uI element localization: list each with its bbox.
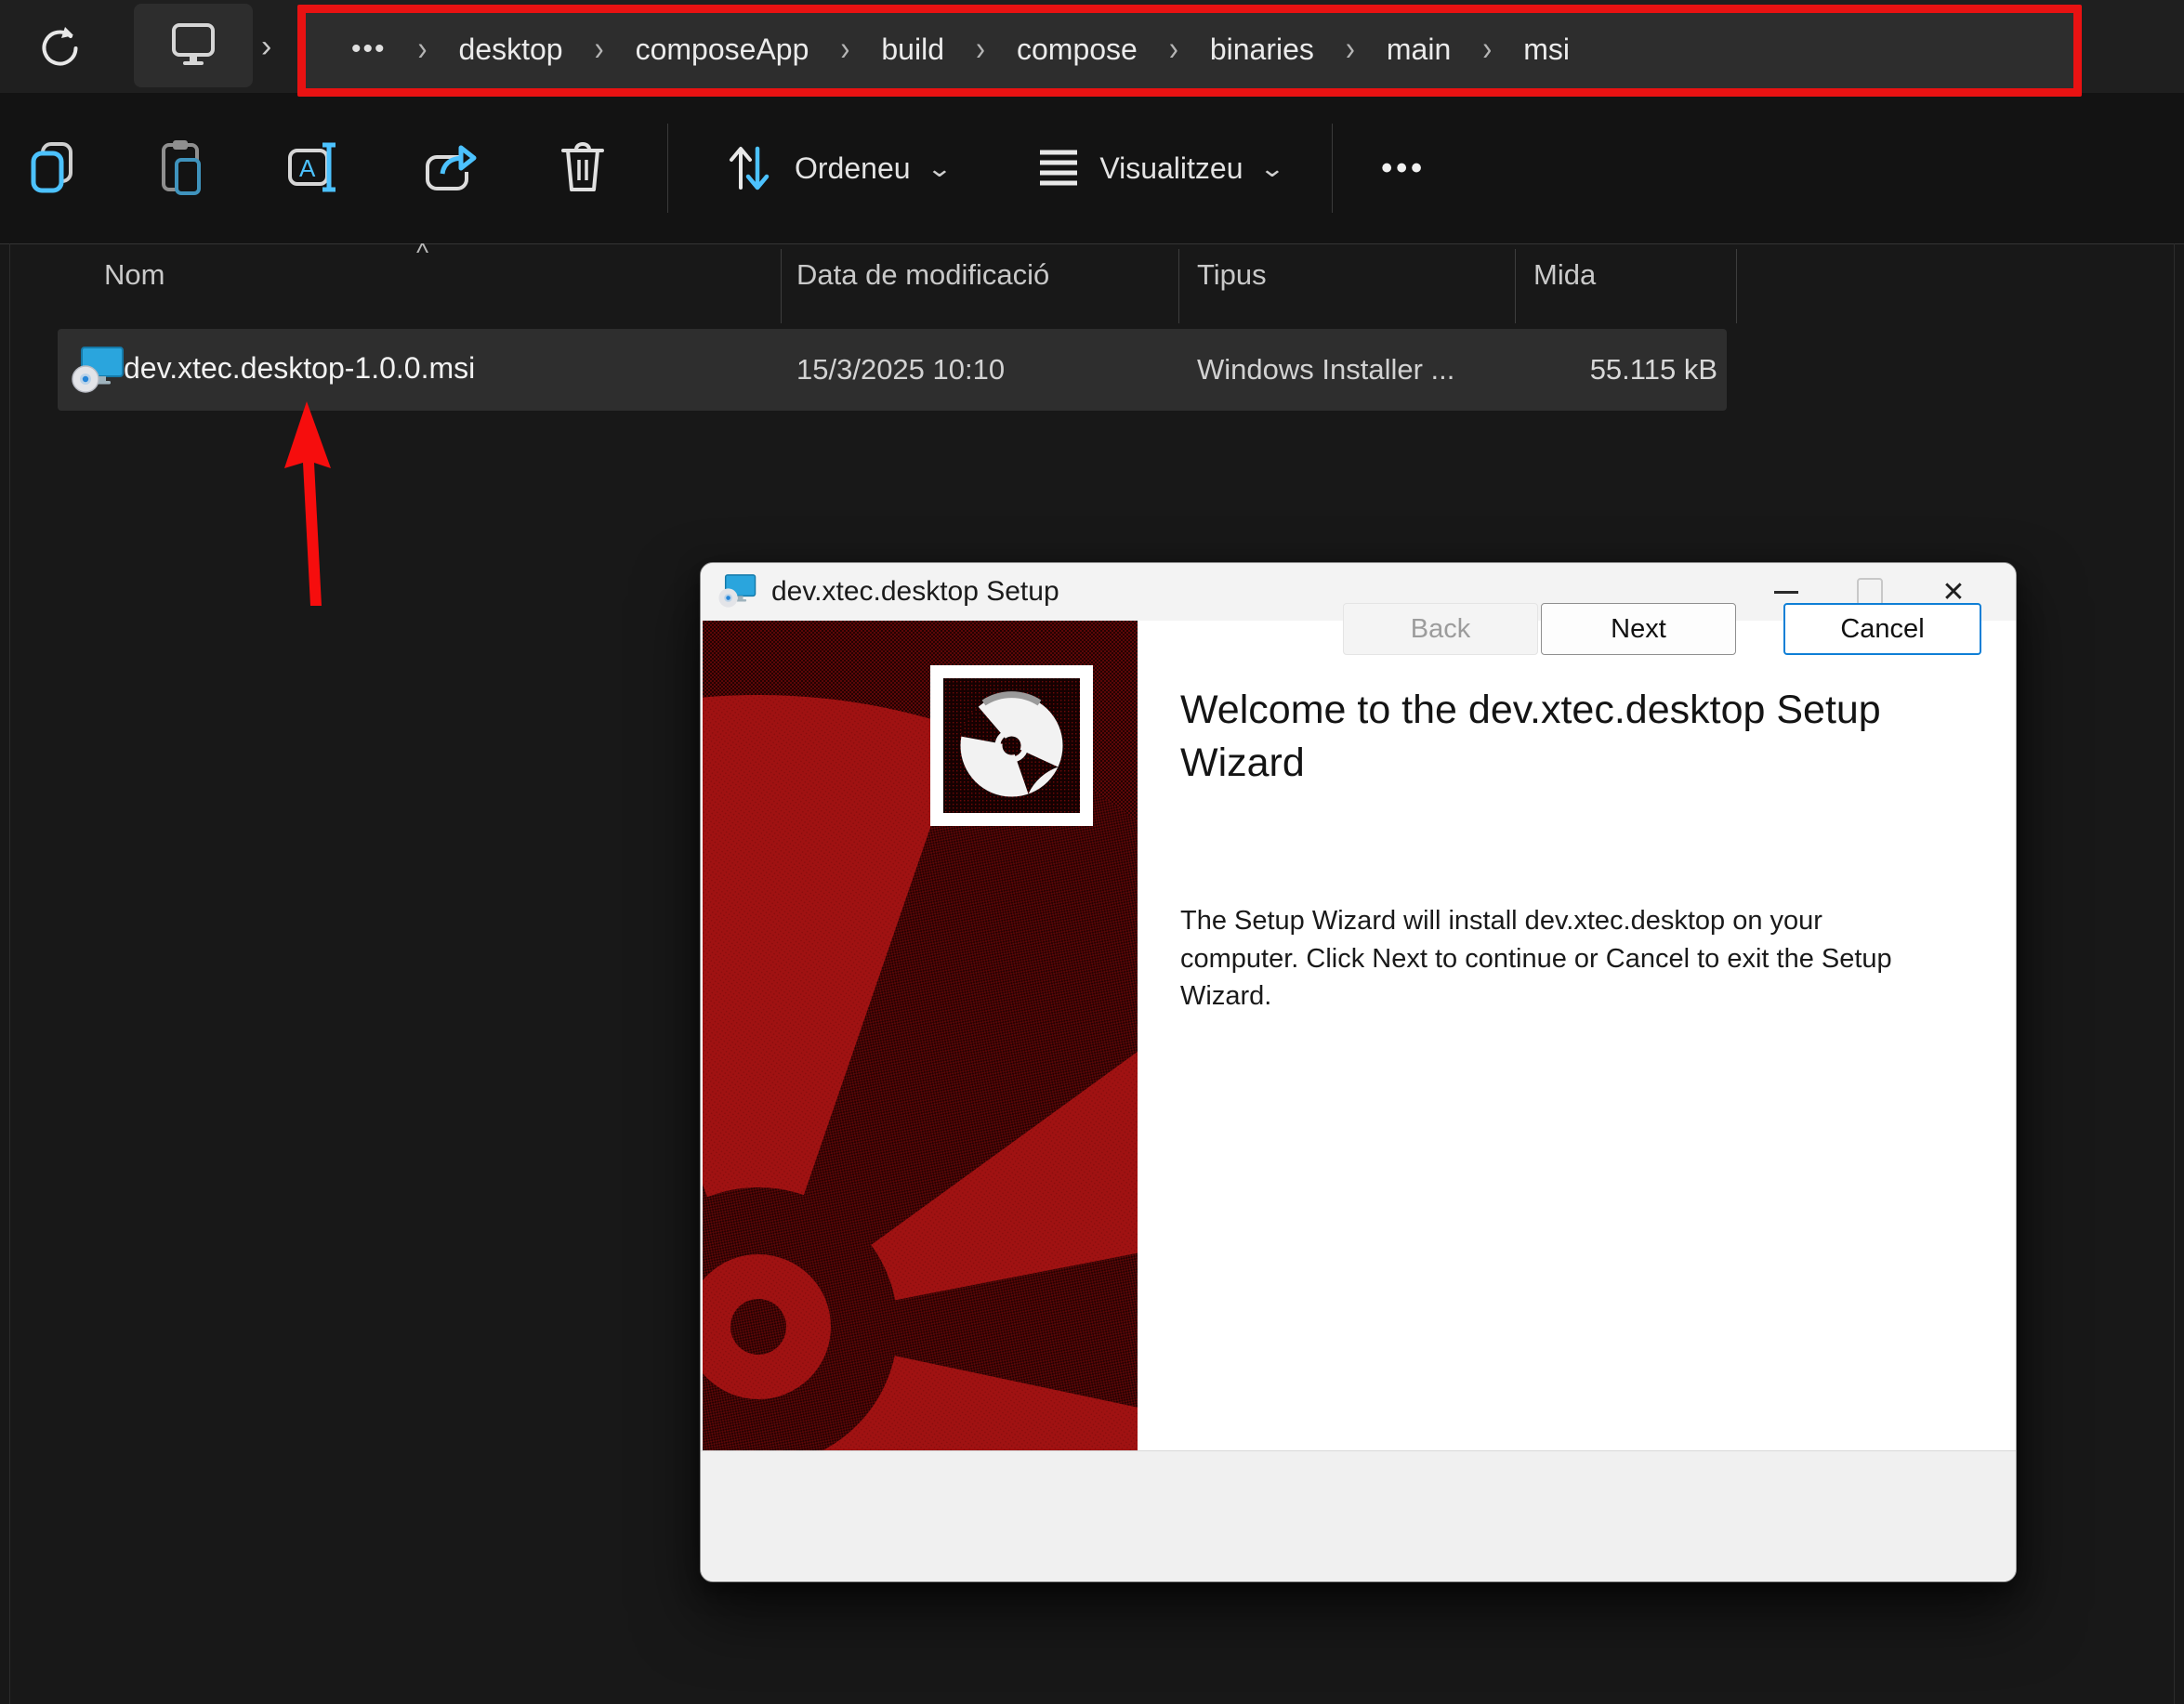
file-name: dev.xtec.desktop-1.0.0.msi xyxy=(124,351,475,386)
msi-file-icon xyxy=(71,346,125,400)
refresh-icon xyxy=(33,61,84,75)
more-icon: ••• xyxy=(1381,151,1426,187)
chevron-down-icon: ⌄ xyxy=(926,154,952,183)
file-modified: 15/3/2025 10:10 xyxy=(796,353,1005,387)
disc-icon xyxy=(930,665,1093,826)
dialog-heading: Welcome to the dev.xtec.desktop Setup Wi… xyxy=(1180,684,2007,790)
column-header-modified[interactable]: Data de modificació xyxy=(796,258,1049,292)
column-separator[interactable] xyxy=(1515,249,1516,323)
breadcrumb-overflow[interactable]: ••• xyxy=(351,33,387,65)
column-separator[interactable] xyxy=(781,249,782,323)
file-type: Windows Installer ... xyxy=(1197,353,1454,387)
installer-banner-image xyxy=(703,621,1138,1456)
view-label: Visualitzeu xyxy=(1099,151,1243,186)
chevron-right-icon: › xyxy=(1169,30,1178,70)
pane-right-border xyxy=(2174,243,2175,1704)
chevron-right-icon: › xyxy=(1482,30,1492,70)
paste-button[interactable] xyxy=(134,124,230,213)
toolbar-separator xyxy=(1332,124,1333,213)
screen: › ••• › desktop › composeApp › build › c… xyxy=(0,0,2184,1704)
this-pc-button[interactable] xyxy=(134,4,253,87)
more-options-button[interactable]: ••• xyxy=(1359,124,1448,213)
chevron-right-icon: › xyxy=(1346,30,1355,70)
toolbar-separator xyxy=(667,124,668,213)
paste-icon xyxy=(156,138,208,200)
svg-text:A: A xyxy=(299,154,316,182)
breadcrumb-item-binaries[interactable]: binaries xyxy=(1210,33,1314,67)
msi-app-icon xyxy=(717,573,757,610)
breadcrumb-item-desktop[interactable]: desktop xyxy=(459,33,563,67)
address-bar[interactable]: ••• › desktop › composeApp › build › com… xyxy=(303,6,2080,93)
breadcrumb-item-composeapp[interactable]: composeApp xyxy=(636,33,809,67)
next-button[interactable]: Next xyxy=(1541,603,1736,655)
copy-button[interactable] xyxy=(6,124,102,213)
dialog-description: The Setup Wizard will install dev.xtec.d… xyxy=(1180,902,1919,1016)
column-separator[interactable] xyxy=(1736,249,1737,323)
file-size: 55.115 kB xyxy=(1439,353,1717,387)
cancel-button[interactable]: Cancel xyxy=(1783,603,1981,655)
setup-wizard-dialog: dev.xtec.desktop Setup ✕ xyxy=(700,562,2017,1582)
chevron-down-icon: ⌄ xyxy=(1258,154,1284,183)
column-separator[interactable] xyxy=(1178,249,1179,323)
explorer-toolbar: A xyxy=(0,93,2184,243)
chevron-right-icon: › xyxy=(840,30,849,70)
this-pc-icon xyxy=(165,20,221,72)
annotation-arrow xyxy=(271,400,355,620)
breadcrumb-item-main[interactable]: main xyxy=(1387,33,1451,67)
maximize-icon xyxy=(1857,578,1883,606)
chevron-right-icon: › xyxy=(595,30,604,70)
sort-icon xyxy=(722,138,778,200)
view-icon xyxy=(1034,143,1083,194)
view-button[interactable]: Visualitzeu ⌄ xyxy=(1012,124,1304,213)
share-icon xyxy=(420,138,480,199)
pane-top-border xyxy=(0,243,2184,244)
explorer-topbar: › ••• › desktop › composeApp › build › c… xyxy=(0,0,2184,93)
breadcrumb-item-msi[interactable]: msi xyxy=(1523,33,1570,67)
dialog-title: dev.xtec.desktop Setup xyxy=(771,576,1059,608)
rename-button[interactable]: A xyxy=(262,124,366,213)
dialog-footer xyxy=(701,1450,2016,1581)
chevron-right-icon: › xyxy=(418,30,428,70)
back-button[interactable]: Back xyxy=(1343,603,1538,655)
file-row-msi[interactable]: dev.xtec.desktop-1.0.0.msi 15/3/2025 10:… xyxy=(58,329,1727,411)
sort-label: Ordeneu xyxy=(795,151,911,186)
minimize-icon xyxy=(1774,591,1798,594)
breadcrumb-item-compose[interactable]: compose xyxy=(1017,33,1138,67)
sort-button[interactable]: Ordeneu ⌄ xyxy=(700,124,971,213)
column-header-type[interactable]: Tipus xyxy=(1197,258,1267,292)
copy-icon xyxy=(28,138,80,199)
refresh-button[interactable] xyxy=(33,22,84,72)
breadcrumb-item-build[interactable]: build xyxy=(881,33,944,67)
column-header-name[interactable]: Nom xyxy=(104,258,164,292)
pane-left-border xyxy=(9,243,10,1704)
delete-button[interactable] xyxy=(533,124,632,213)
share-button[interactable] xyxy=(398,124,502,213)
sort-ascending-icon: ^ xyxy=(416,238,428,268)
delete-icon xyxy=(556,138,610,200)
chevron-right-icon: › xyxy=(261,0,271,93)
column-header-size[interactable]: Mida xyxy=(1533,258,1596,292)
chevron-right-icon: › xyxy=(976,30,985,70)
rename-icon: A xyxy=(284,138,344,200)
